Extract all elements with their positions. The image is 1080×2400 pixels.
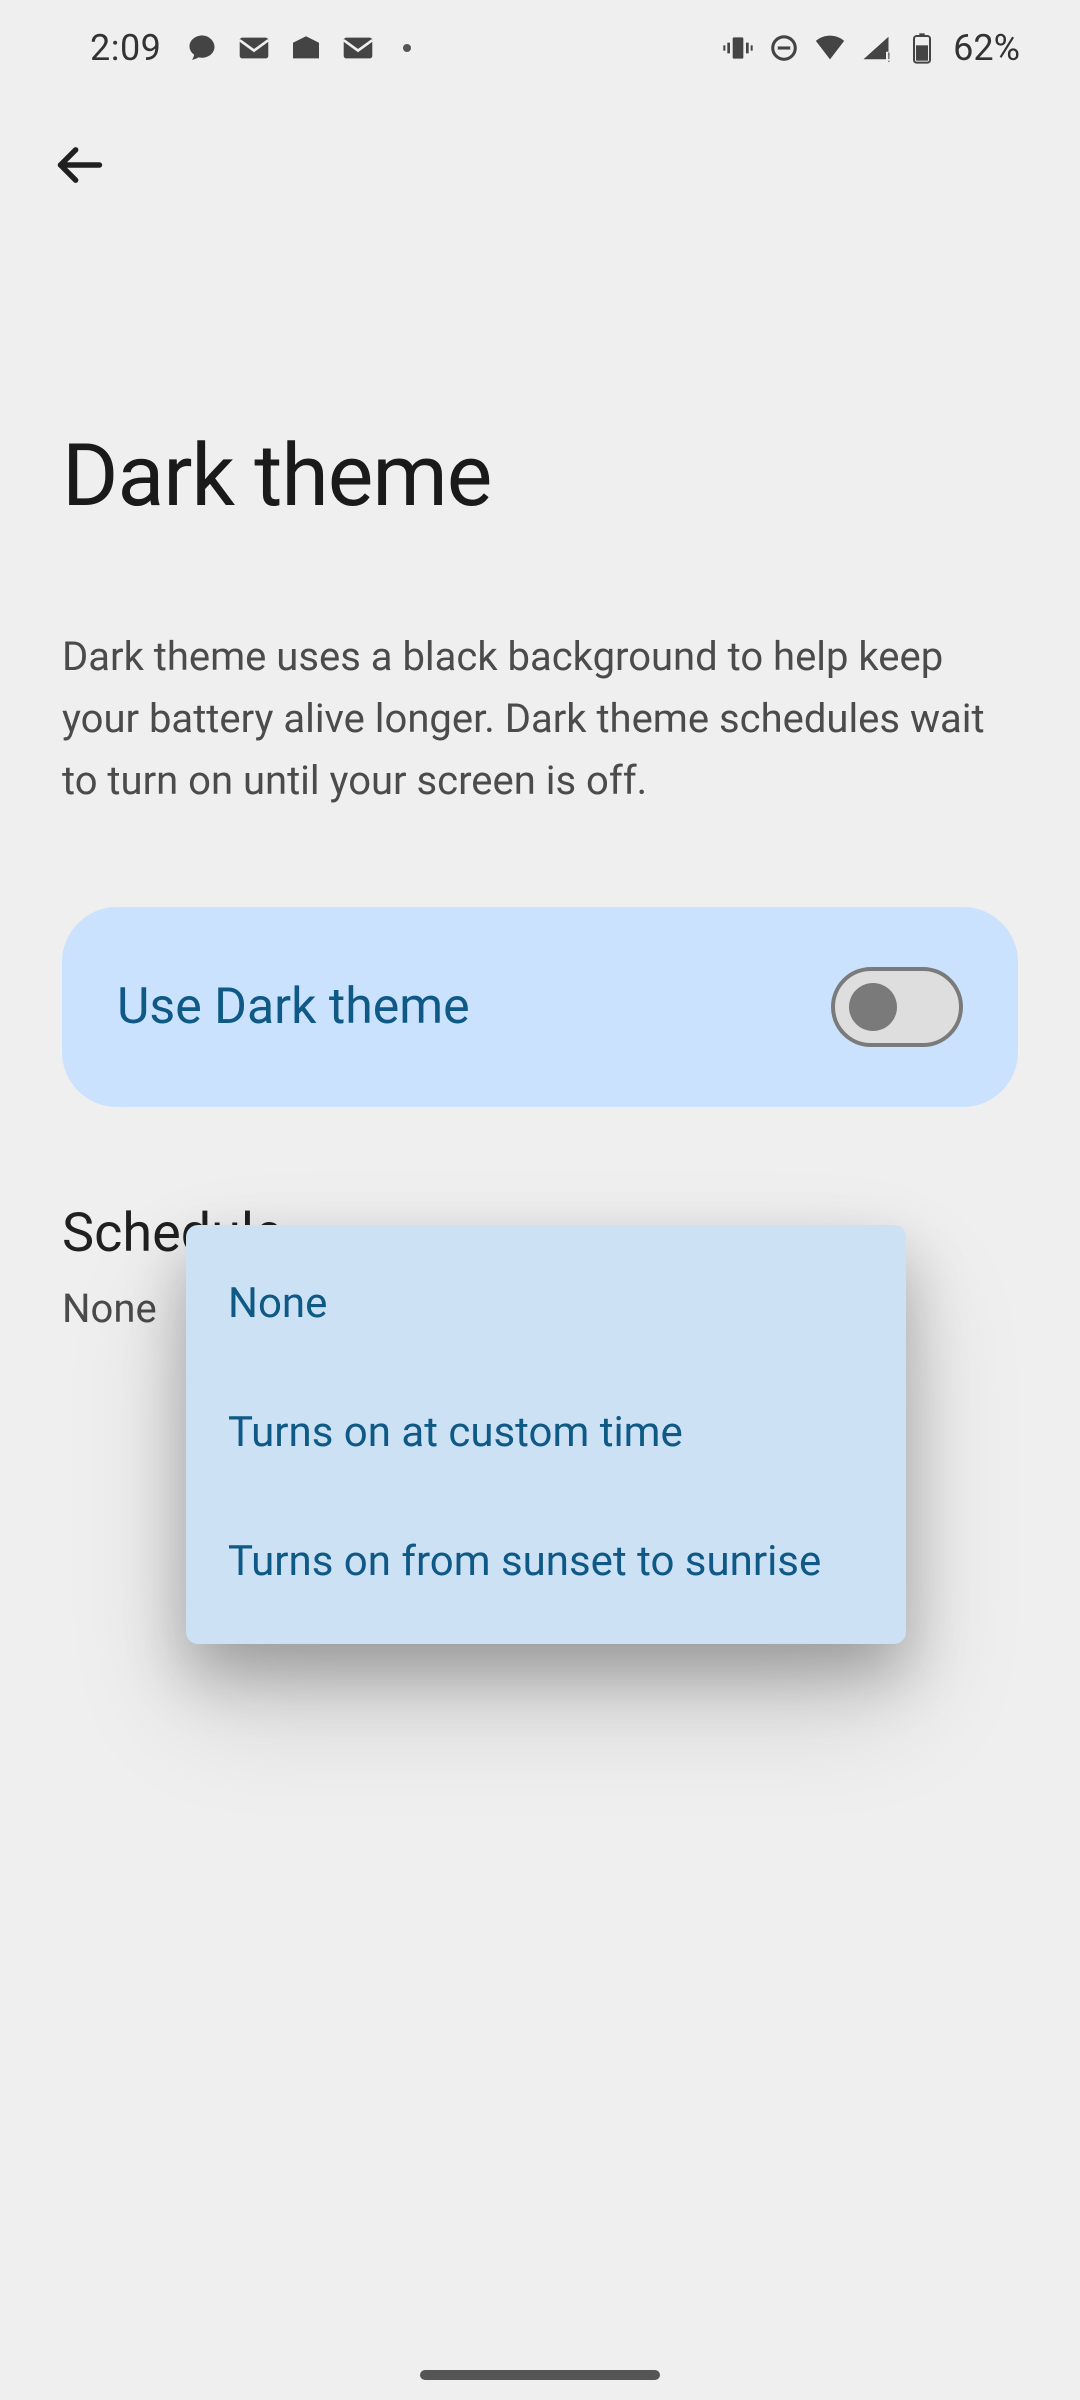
schedule-option-none[interactable]: None bbox=[186, 1239, 906, 1368]
status-left: 2:09 bbox=[90, 27, 411, 69]
schedule-dropdown: None Turns on at custom time Turns on fr… bbox=[186, 1225, 906, 1644]
more-notifications-dot bbox=[403, 44, 411, 52]
page-title: Dark theme bbox=[0, 195, 1080, 526]
nav-handle[interactable] bbox=[420, 2370, 660, 2380]
chat-icon bbox=[185, 31, 219, 65]
dnd-icon bbox=[767, 31, 801, 65]
dark-theme-switch[interactable] bbox=[831, 967, 963, 1047]
signal-icon: ! bbox=[859, 31, 893, 65]
status-bar: 2:09 ! 62% bbox=[0, 0, 1080, 95]
back-button[interactable] bbox=[50, 135, 110, 195]
battery-icon bbox=[905, 31, 939, 65]
dark-theme-toggle-card[interactable]: Use Dark theme bbox=[62, 907, 1018, 1107]
status-time: 2:09 bbox=[90, 27, 161, 69]
box-icon bbox=[289, 31, 323, 65]
mail-icon-2 bbox=[341, 31, 375, 65]
back-row bbox=[0, 95, 1080, 195]
dark-theme-toggle-label: Use Dark theme bbox=[117, 978, 470, 1036]
wifi-icon bbox=[813, 31, 847, 65]
svg-text:!: ! bbox=[887, 50, 890, 61]
vibrate-icon bbox=[721, 31, 755, 65]
battery-percent: 62% bbox=[953, 27, 1020, 69]
switch-knob bbox=[849, 983, 897, 1031]
page-description: Dark theme uses a black background to he… bbox=[0, 526, 1080, 812]
status-right: ! 62% bbox=[721, 27, 1020, 69]
mail-icon-1 bbox=[237, 31, 271, 65]
schedule-option-sunset[interactable]: Turns on from sunset to sunrise bbox=[186, 1497, 906, 1626]
schedule-option-custom[interactable]: Turns on at custom time bbox=[186, 1368, 906, 1497]
